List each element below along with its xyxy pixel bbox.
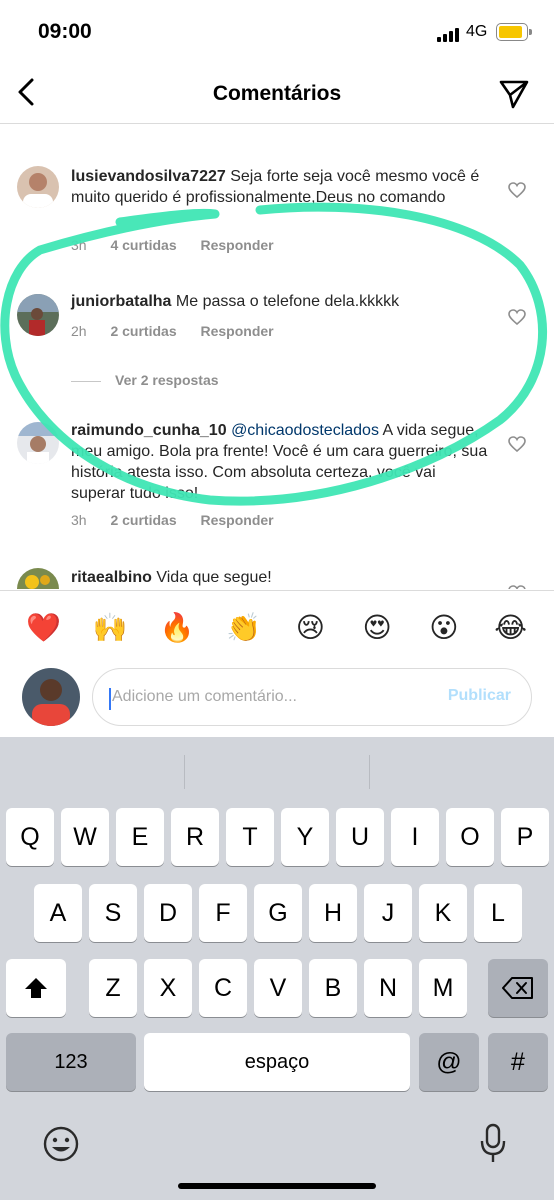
at-key[interactable]: @ — [419, 1033, 479, 1091]
key-z[interactable]: Z — [89, 959, 137, 1017]
likes-count[interactable]: 2 curtidas — [110, 323, 176, 339]
space-key[interactable]: espaço — [144, 1033, 410, 1091]
comment-composer: Publicar — [0, 664, 554, 736]
emoji-quick-bar: ❤️ 🙌 🔥 👏 😢 😍 😮 😂 — [0, 590, 554, 664]
key-m[interactable]: M — [419, 959, 467, 1017]
view-replies-button[interactable]: Ver 2 respostas — [71, 372, 219, 388]
key-k[interactable]: K — [419, 884, 467, 942]
heart-eyes-emoji[interactable]: 😍 — [357, 611, 397, 644]
comment-input-box[interactable]: Publicar — [92, 668, 532, 726]
keyboard: Q W E R T Y U I O P A S D F G H J K L Z … — [0, 737, 554, 1200]
shift-arrow-icon — [25, 978, 47, 998]
key-h[interactable]: H — [309, 884, 357, 942]
paper-plane-icon — [499, 80, 529, 109]
status-time: 09:00 — [38, 20, 92, 43]
surprised-emoji[interactable]: 😮 — [424, 611, 464, 644]
status-bar: 09:00 4G — [0, 0, 554, 62]
comment-list[interactable]: lusievandosilva7227 Seja forte seja você… — [0, 125, 554, 589]
likes-count[interactable]: 4 curtidas — [110, 237, 176, 253]
key-t[interactable]: T — [226, 808, 274, 866]
reply-button[interactable]: Responder — [201, 237, 274, 253]
heart-icon[interactable] — [508, 585, 526, 589]
avatar[interactable] — [17, 422, 59, 464]
shift-key[interactable] — [6, 959, 66, 1017]
crying-emoji[interactable]: 😢 — [290, 611, 330, 644]
comment-username[interactable]: lusievandosilva7227 — [71, 168, 226, 185]
avatar[interactable] — [17, 294, 59, 336]
heart-icon[interactable] — [508, 182, 526, 198]
heart-emoji[interactable]: ❤️ — [23, 611, 63, 644]
battery-icon — [496, 23, 532, 41]
key-u[interactable]: U — [336, 808, 384, 866]
reply-button[interactable]: Responder — [201, 512, 274, 528]
key-e[interactable]: E — [116, 808, 164, 866]
page-title: Comentários — [212, 82, 342, 105]
publish-button[interactable]: Publicar — [448, 687, 511, 705]
key-l[interactable]: L — [474, 884, 522, 942]
laughing-emoji[interactable]: 😂 — [491, 611, 531, 644]
numbers-key[interactable]: 123 — [6, 1033, 136, 1091]
text-caret — [109, 688, 111, 710]
key-w[interactable]: W — [61, 808, 109, 866]
comment-meta: 3h 4 curtidas Responder — [71, 237, 294, 253]
share-button[interactable] — [498, 78, 530, 110]
key-y[interactable]: Y — [281, 808, 329, 866]
backspace-key[interactable] — [488, 959, 548, 1017]
comment-mention[interactable]: @chicaodosteclados — [231, 422, 379, 439]
comment-username[interactable]: raimundo_cunha_10 — [71, 422, 227, 439]
network-type: 4G — [466, 23, 488, 40]
key-d[interactable]: D — [144, 884, 192, 942]
comment-time: 2h — [71, 323, 87, 339]
comment-username[interactable]: ritaealbino — [71, 569, 152, 586]
key-i[interactable]: I — [391, 808, 439, 866]
heart-icon[interactable] — [508, 436, 526, 452]
key-a[interactable]: A — [34, 884, 82, 942]
home-indicator — [178, 1183, 376, 1189]
comment-time: 3h — [71, 237, 87, 253]
comment-meta: 2h 2 curtidas Responder — [71, 323, 294, 339]
clapping-emoji[interactable]: 👏 — [224, 611, 264, 644]
header: Comentários — [0, 62, 554, 124]
signal-icon — [437, 26, 459, 42]
avatar[interactable] — [17, 166, 59, 208]
raised-hands-emoji[interactable]: 🙌 — [90, 611, 130, 644]
key-f[interactable]: F — [199, 884, 247, 942]
key-x[interactable]: X — [144, 959, 192, 1017]
comment-meta: 3h 2 curtidas Responder — [71, 512, 294, 528]
comment-text: juniorbatalha Me passa o telefone dela.k… — [71, 293, 400, 310]
key-p[interactable]: P — [501, 808, 549, 866]
comment-input[interactable] — [112, 669, 432, 725]
hash-key[interactable]: # — [488, 1033, 548, 1091]
key-c[interactable]: C — [199, 959, 247, 1017]
backspace-icon — [502, 977, 533, 999]
key-n[interactable]: N — [364, 959, 412, 1017]
microphone-icon[interactable] — [478, 1123, 508, 1165]
key-o[interactable]: O — [446, 808, 494, 866]
avatar — [22, 668, 80, 726]
likes-count[interactable]: 2 curtidas — [110, 512, 176, 528]
comment-username[interactable]: juniorbatalha — [71, 293, 171, 310]
key-g[interactable]: G — [254, 884, 302, 942]
key-s[interactable]: S — [89, 884, 137, 942]
key-b[interactable]: B — [309, 959, 357, 1017]
key-j[interactable]: J — [364, 884, 412, 942]
fire-emoji[interactable]: 🔥 — [157, 611, 197, 644]
comment-text: ritaealbino Vida que segue! — [71, 569, 272, 586]
reply-button[interactable]: Responder — [201, 323, 274, 339]
emoji-keyboard-icon[interactable] — [42, 1125, 80, 1163]
key-v[interactable]: V — [254, 959, 302, 1017]
key-q[interactable]: Q — [6, 808, 54, 866]
comment-text: raimundo_cunha_10 @chicaodosteclados A v… — [71, 422, 488, 502]
avatar[interactable] — [17, 568, 59, 589]
comment-text: lusievandosilva7227 Seja forte seja você… — [71, 168, 480, 206]
key-r[interactable]: R — [171, 808, 219, 866]
comment-time: 3h — [71, 512, 87, 528]
heart-icon[interactable] — [508, 309, 526, 325]
